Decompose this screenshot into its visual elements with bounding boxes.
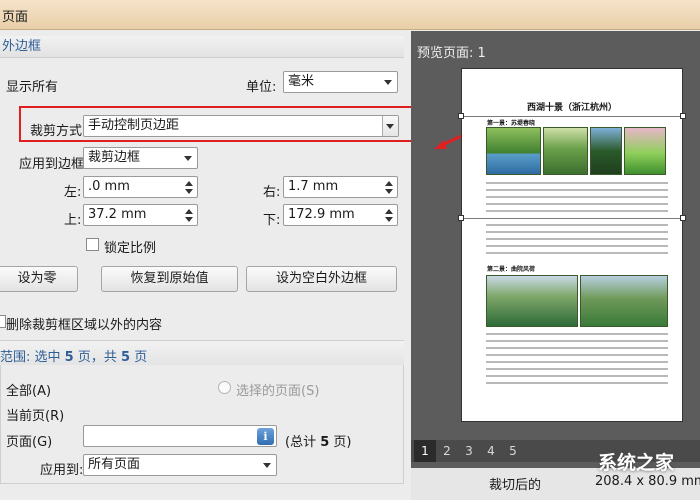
show-all-label: 显示所有 bbox=[6, 80, 59, 95]
apply-to-value: 所有页面 bbox=[88, 457, 141, 472]
lock-ratio-label: 锁定比例 bbox=[104, 241, 157, 256]
body-text-block bbox=[486, 333, 668, 389]
page-tab-2[interactable]: 2 bbox=[436, 440, 458, 462]
spin-up-icon[interactable] bbox=[185, 181, 193, 186]
pages-label: 页面(G) bbox=[6, 435, 53, 450]
left-margin-input[interactable]: .0 mm bbox=[83, 176, 198, 198]
page-tab-5[interactable]: 5 bbox=[502, 440, 524, 462]
lotus-photo bbox=[486, 275, 578, 327]
unit-label: 单位: bbox=[246, 80, 277, 95]
doc-title: 西湖十景（浙江杭州） bbox=[526, 103, 617, 113]
spin-down-icon[interactable] bbox=[385, 217, 393, 222]
spin-up-icon[interactable] bbox=[385, 181, 393, 186]
bottom-margin-label: 下: bbox=[263, 213, 281, 228]
chevron-down-icon bbox=[184, 156, 192, 161]
bottom-margin-value: 172.9 mm bbox=[288, 207, 355, 222]
left-margin-label: 左: bbox=[64, 185, 82, 200]
crop-method-value: 手动控制页边距 bbox=[88, 118, 180, 133]
spin-up-icon[interactable] bbox=[185, 209, 193, 214]
restore-original-button[interactable]: 恢复到原始值 bbox=[101, 266, 238, 292]
info-icon[interactable]: i bbox=[257, 428, 274, 445]
spin-up-icon[interactable] bbox=[385, 209, 393, 214]
cropped-size-label: 裁切后的 bbox=[489, 478, 542, 493]
set-zero-button[interactable]: 设为零 bbox=[0, 266, 78, 292]
spin-down-icon[interactable] bbox=[185, 217, 193, 222]
blossom-photo bbox=[624, 127, 666, 175]
watermark-text: 系统之家 bbox=[598, 452, 675, 474]
left-margin-value: .0 mm bbox=[88, 179, 130, 194]
window-titlebar: 页面 bbox=[0, 0, 700, 30]
crop-bottom-line bbox=[461, 218, 683, 219]
crop-handle[interactable] bbox=[458, 215, 464, 221]
crop-handle[interactable] bbox=[680, 215, 686, 221]
page-range-summary: 范围: 选中 5 页，共 5 页 bbox=[0, 346, 147, 365]
total-hint: (总计 5 页) bbox=[285, 431, 351, 450]
chevron-down-icon bbox=[386, 124, 394, 129]
section-title: 外边框 bbox=[2, 39, 42, 54]
top-margin-label: 上: bbox=[64, 213, 82, 228]
page-tab-1[interactable]: 1 bbox=[414, 440, 436, 462]
apply-to-border-select[interactable]: 裁剪边框 bbox=[83, 147, 198, 169]
selected-pages-label: 选择的页面(S) bbox=[236, 384, 320, 399]
bottom-margin-input[interactable]: 172.9 mm bbox=[283, 204, 398, 226]
section1-heading: 第一景：苏堤春晓 bbox=[487, 120, 536, 127]
pages-input[interactable] bbox=[83, 425, 277, 447]
apply-to-border-value: 裁剪边框 bbox=[88, 150, 141, 165]
selected-pages-radio[interactable] bbox=[218, 381, 231, 394]
apply-to-label: 应用到: bbox=[40, 463, 84, 478]
page-tab-4[interactable]: 4 bbox=[480, 440, 502, 462]
range-suffix: 页 bbox=[134, 350, 148, 365]
section-header: 外边框 bbox=[0, 36, 404, 58]
unit-select[interactable]: 毫米 bbox=[283, 71, 398, 93]
causeway-photo bbox=[590, 127, 622, 175]
pavilion-photo bbox=[580, 275, 668, 327]
crop-method-label: 裁剪方式 bbox=[30, 124, 83, 139]
window-title: 页面 bbox=[2, 10, 29, 25]
range-total-count: 5 bbox=[121, 350, 131, 365]
range-selected-count: 5 bbox=[64, 350, 74, 365]
chevron-down-icon bbox=[263, 463, 271, 468]
section2-heading: 第二景：曲院风荷 bbox=[487, 266, 536, 273]
total-hint-suffix: 页) bbox=[333, 435, 352, 450]
body-text-block bbox=[486, 182, 668, 217]
total-hint-prefix: (总计 bbox=[285, 435, 317, 450]
lake-photo bbox=[486, 127, 541, 175]
body-text-block bbox=[486, 224, 668, 259]
apply-to-border-label: 应用到边框 bbox=[19, 157, 85, 172]
crop-handle[interactable] bbox=[458, 113, 464, 119]
page-tab-3[interactable]: 3 bbox=[458, 440, 480, 462]
preview-label: 预览页面: 1 bbox=[417, 46, 486, 61]
spin-down-icon[interactable] bbox=[185, 189, 193, 194]
apply-to-select[interactable]: 所有页面 bbox=[83, 454, 277, 476]
total-hint-count: 5 bbox=[320, 435, 330, 450]
range-prefix: 范围: 选中 bbox=[0, 350, 61, 365]
watermark-logo: 系统之家 bbox=[598, 448, 698, 488]
top-margin-input[interactable]: 37.2 mm bbox=[83, 204, 198, 226]
range-all-option[interactable]: 全部(A) bbox=[6, 380, 51, 399]
right-margin-input[interactable]: 1.7 mm bbox=[283, 176, 398, 198]
dropdown-button[interactable] bbox=[382, 116, 398, 136]
right-margin-value: 1.7 mm bbox=[288, 179, 339, 194]
current-page-option[interactable]: 当前页(R) bbox=[6, 405, 64, 424]
crop-handle[interactable] bbox=[680, 113, 686, 119]
chevron-down-icon bbox=[384, 80, 392, 85]
unit-select-value: 毫米 bbox=[288, 74, 315, 89]
delete-outside-label: 删除裁剪框区域以外的内容 bbox=[6, 318, 163, 333]
lock-ratio-checkbox[interactable] bbox=[86, 238, 99, 251]
range-mid: 页，共 bbox=[77, 350, 117, 365]
right-margin-label: 右: bbox=[263, 185, 281, 200]
spin-down-icon[interactable] bbox=[385, 189, 393, 194]
crop-method-select[interactable]: 手动控制页边距 bbox=[83, 115, 399, 137]
crop-top-line bbox=[461, 116, 683, 117]
willow-photo bbox=[543, 127, 588, 175]
set-blank-margin-button[interactable]: 设为空白外边框 bbox=[246, 266, 397, 292]
top-margin-value: 37.2 mm bbox=[88, 207, 147, 222]
